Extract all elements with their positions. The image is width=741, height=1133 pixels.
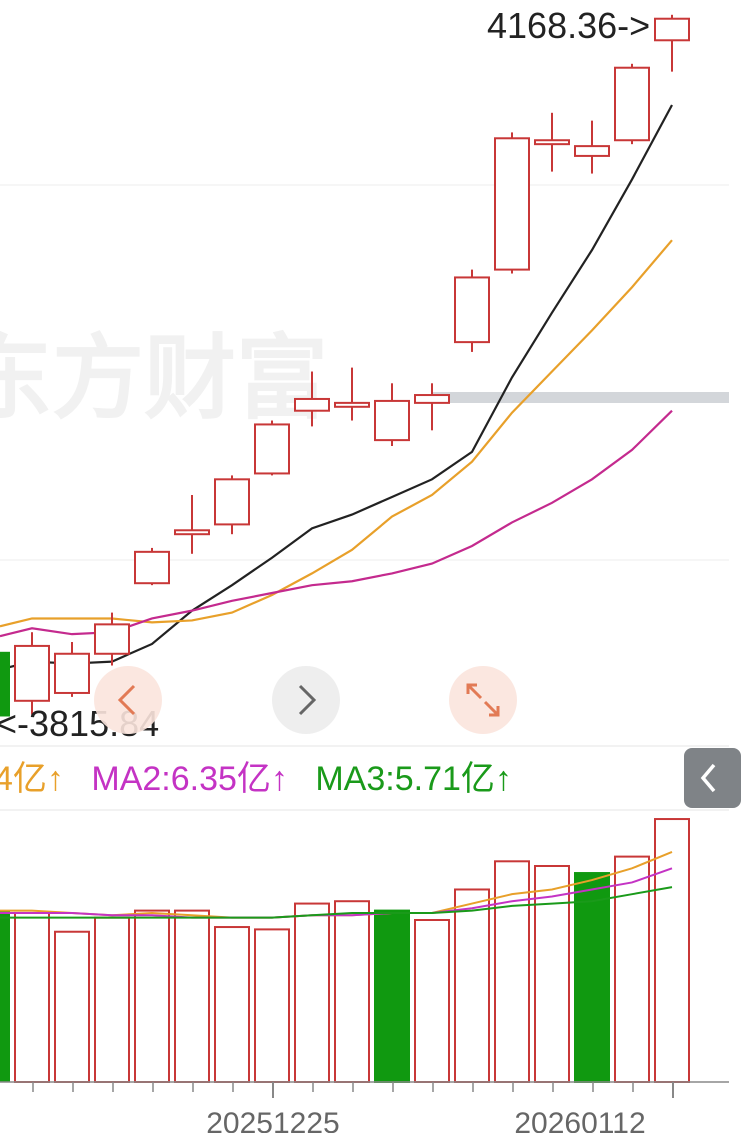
current-price-band [432, 392, 729, 403]
prev-button[interactable] [94, 666, 162, 734]
next-button[interactable] [272, 666, 340, 734]
volume-bar [14, 911, 50, 1084]
legend-ma3: MA3:5.71亿↑ [315, 760, 512, 798]
volume-bar [654, 818, 690, 1083]
volume-bar [134, 909, 170, 1084]
candle [654, 14, 690, 72]
legend-ma1: 4亿↑ [0, 760, 64, 798]
price-ma-line [0, 239, 673, 628]
volume-bar [334, 900, 370, 1084]
watermark: 东方财富 [0, 328, 328, 430]
legend-ma2: MA2:6.35亿↑ [91, 760, 288, 798]
high-price-label: 4168.36-> [487, 5, 650, 46]
side-panel-toggle[interactable] [684, 748, 741, 808]
candle [174, 495, 210, 554]
volume-bar [454, 888, 490, 1084]
volume-bar [94, 916, 130, 1083]
kline-chart: 东方财富 4168.36-> <-3815.84 4亿↑ MA2:6.35亿↑ … [0, 5, 741, 1133]
x-axis-ticks [32, 1082, 674, 1098]
volume-bar [214, 926, 250, 1083]
volume-panel [0, 818, 690, 1084]
candle [454, 269, 490, 352]
volume-bar [0, 910, 10, 1082]
volume-bar [574, 872, 610, 1083]
expand-button[interactable] [449, 666, 517, 734]
candle [374, 383, 410, 446]
candle [254, 420, 290, 476]
volume-bar [614, 855, 650, 1084]
candle [534, 112, 570, 172]
candle [54, 642, 90, 697]
x-label-20251225: 20251225 [206, 1107, 339, 1133]
candle [574, 120, 610, 174]
price-ma-line [0, 409, 673, 638]
candle [614, 63, 650, 145]
volume-ma-legend: 4亿↑ MA2:6.35亿↑ MA3:5.71亿↑ [0, 760, 512, 798]
volume-bar [54, 930, 90, 1083]
candle [134, 547, 170, 586]
volume-bar [254, 928, 290, 1083]
candle [334, 367, 370, 421]
volume-bar [294, 902, 330, 1084]
candle [494, 132, 530, 274]
candle [414, 383, 450, 431]
x-label-20260112: 20260112 [514, 1107, 645, 1133]
volume-bar [414, 919, 450, 1083]
volume-bar [374, 909, 410, 1084]
volume-bar [174, 909, 210, 1084]
candle [214, 475, 250, 535]
